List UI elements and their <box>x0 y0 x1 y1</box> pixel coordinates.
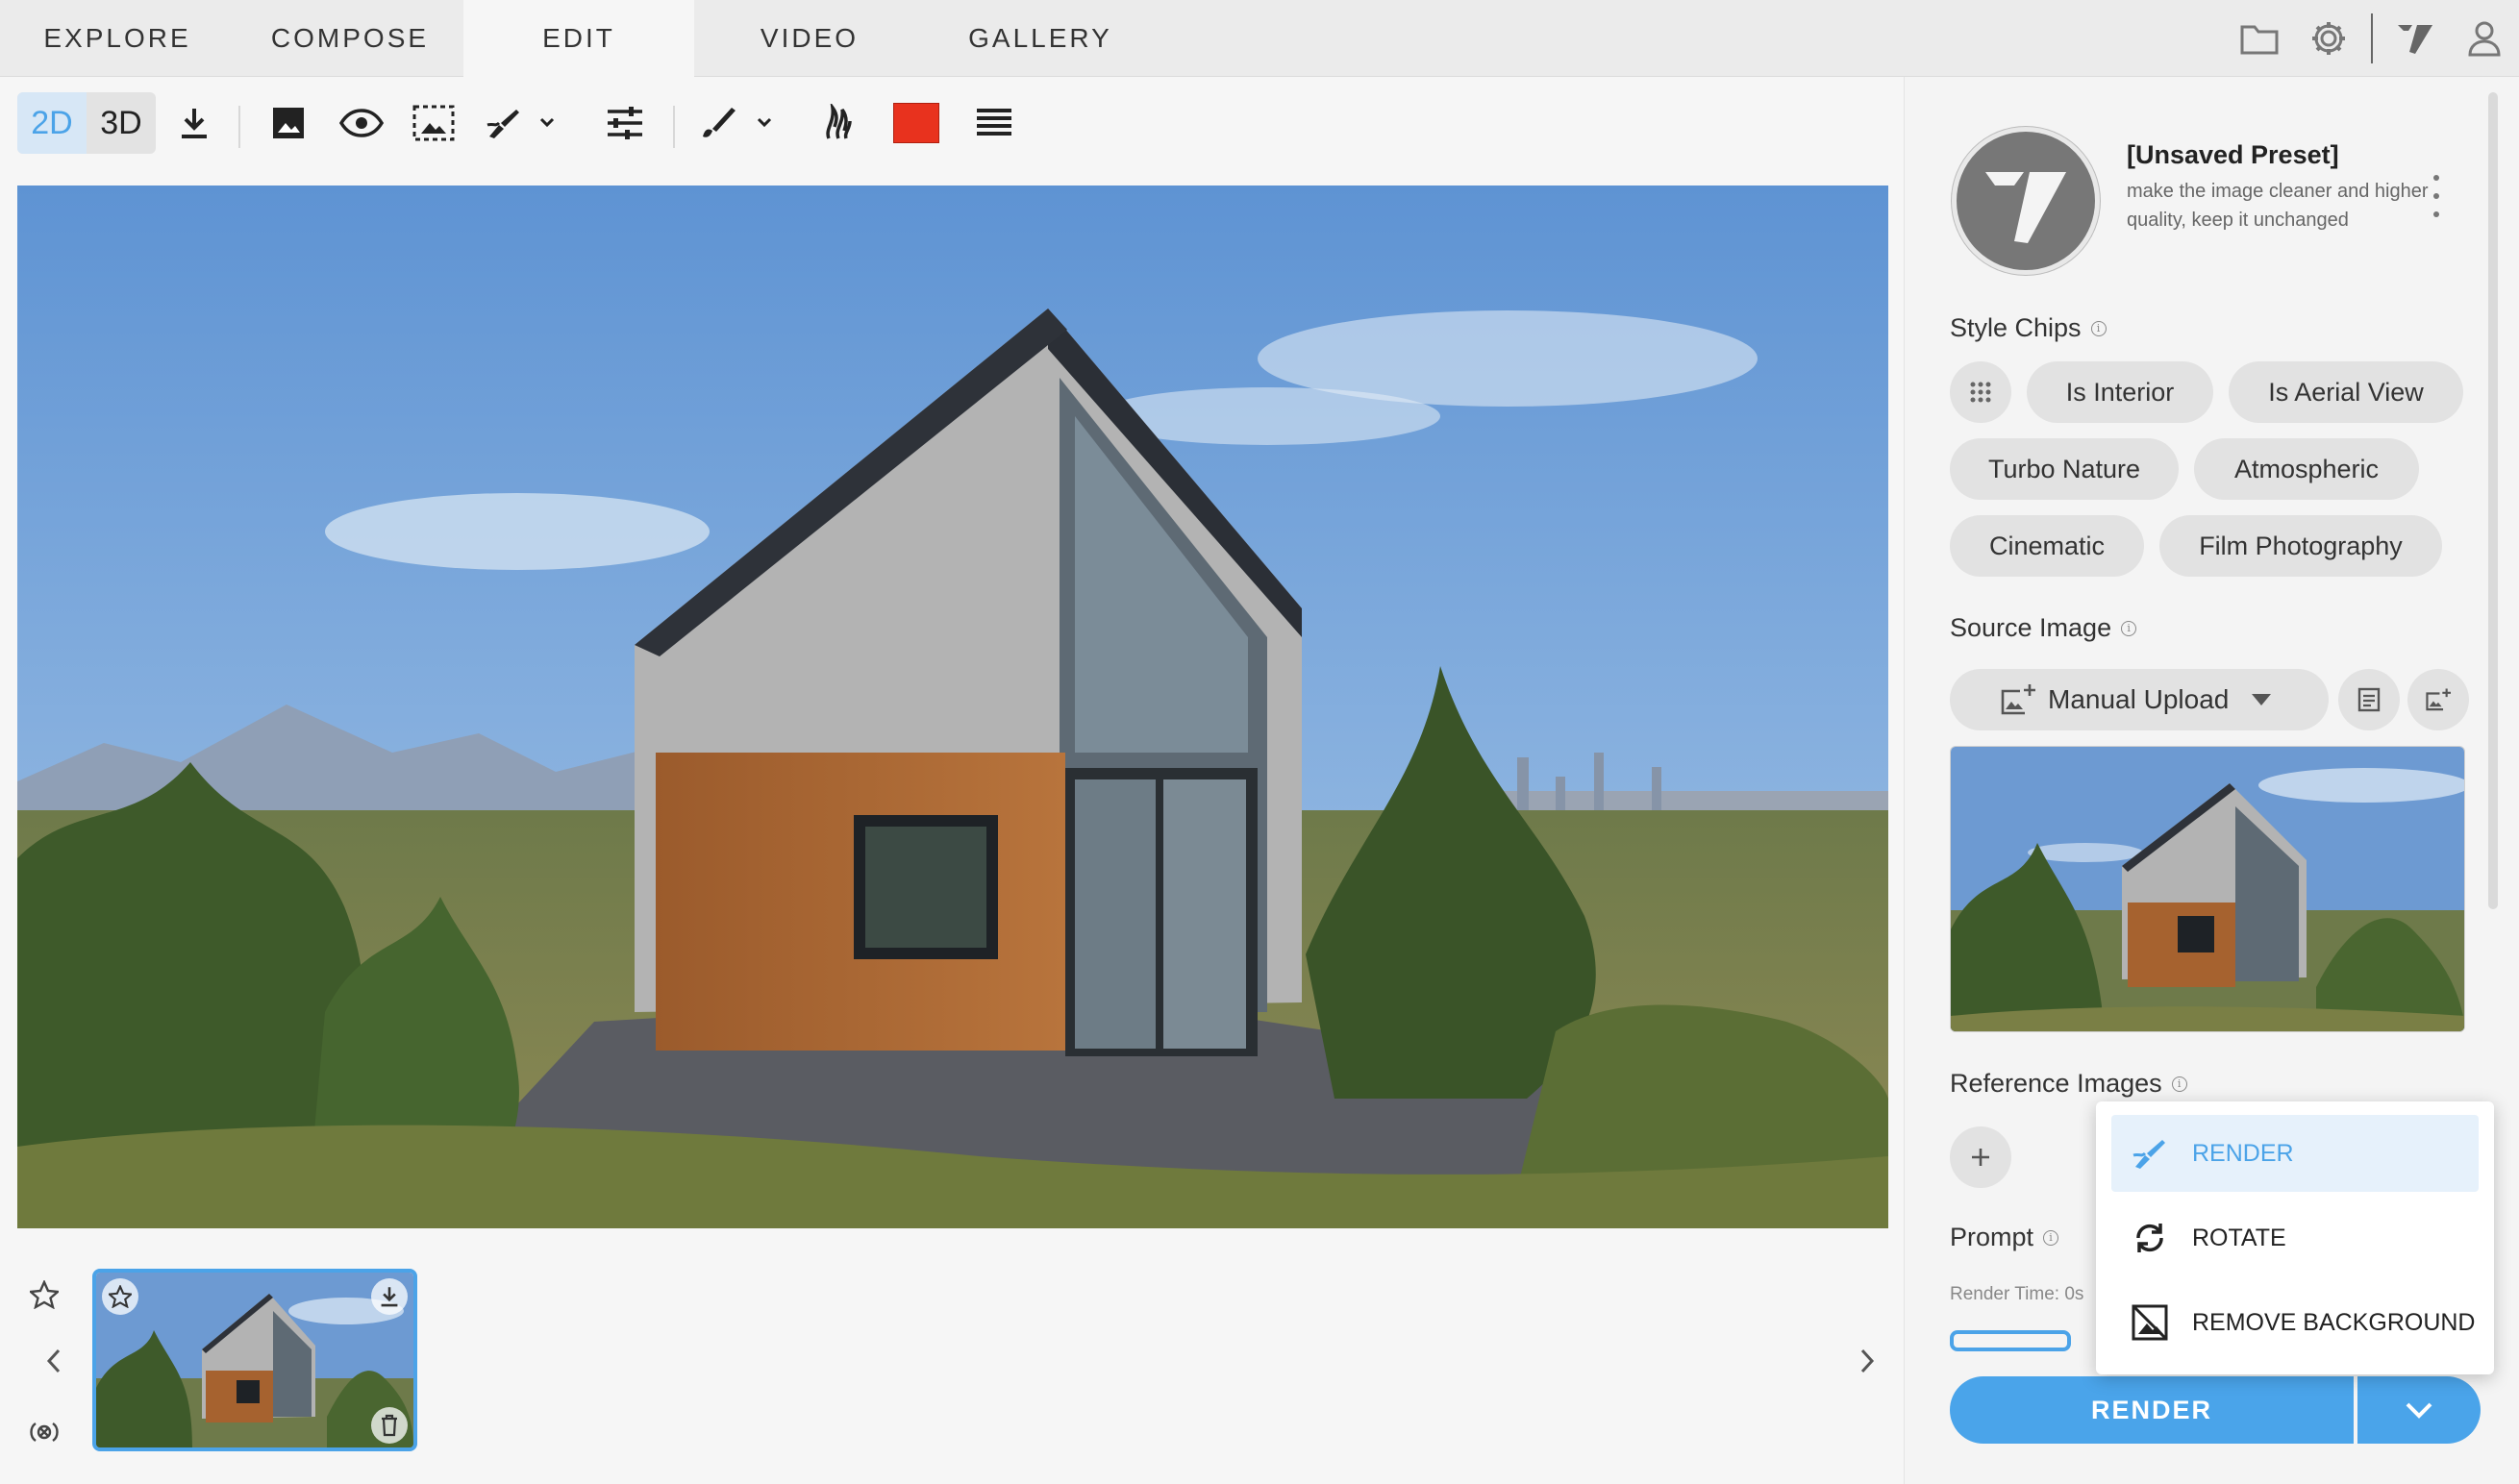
brush-mask-icon <box>2127 1130 2173 1176</box>
source-image-value: Manual Upload <box>2048 684 2230 714</box>
image-icon[interactable] <box>267 96 310 150</box>
render-time: Render Time: 0s <box>1950 1284 2084 1304</box>
image-upload-icon <box>2000 682 2036 717</box>
top-nav: EXPLORE COMPOSE EDIT VIDEO GALLERY <box>0 0 2519 77</box>
render-button[interactable]: RENDER <box>1950 1376 2354 1444</box>
sliders-icon[interactable] <box>602 96 648 150</box>
tab-compose[interactable]: COMPOSE <box>235 0 465 77</box>
paint-brush-dropdown[interactable] <box>698 96 779 150</box>
prompt-label: Prompt i <box>1950 1223 2059 1252</box>
render-progress-bar <box>1950 1330 2071 1351</box>
chip-turbo-nature[interactable]: Turbo Nature <box>1950 438 2179 500</box>
download-icon[interactable] <box>371 1278 408 1315</box>
render-options-button[interactable] <box>2357 1376 2481 1444</box>
render-mode-menu: RENDER ROTATE REMOVE BACKGROUND <box>2096 1101 2494 1374</box>
tab-video[interactable]: VIDEO <box>694 0 925 77</box>
grid-icon[interactable] <box>1950 361 2011 423</box>
tab-gallery[interactable]: GALLERY <box>925 0 1156 77</box>
chevron-right-icon[interactable] <box>1848 1342 1886 1380</box>
2d-button[interactable]: 2D <box>17 92 87 154</box>
3d-button[interactable]: 3D <box>87 92 156 154</box>
info-icon[interactable]: i <box>2171 1076 2187 1092</box>
chip-is-interior[interactable]: Is Interior <box>2027 361 2213 423</box>
menu-item-label: REMOVE BACKGROUND <box>2192 1308 2476 1336</box>
info-icon[interactable]: i <box>2121 620 2137 636</box>
add-image-icon[interactable] <box>2407 669 2469 730</box>
download-icon[interactable] <box>173 96 215 150</box>
menu-lines-icon[interactable] <box>973 96 1015 150</box>
tab-edit[interactable]: EDIT <box>463 0 694 77</box>
preset-description: make the image cleaner and higher qualit… <box>2127 181 2429 231</box>
info-icon[interactable]: i <box>2043 1229 2059 1246</box>
document-icon[interactable] <box>2338 669 2400 730</box>
select-region-icon[interactable] <box>412 96 456 150</box>
remove-background-icon <box>2127 1299 2173 1346</box>
flame-icon[interactable] <box>817 96 860 150</box>
eye-icon[interactable] <box>338 96 385 150</box>
more-options-icon[interactable] <box>2427 175 2446 217</box>
brand-logo-icon[interactable] <box>2392 15 2438 62</box>
history-thumbnail[interactable] <box>92 1269 417 1451</box>
toolbar-divider <box>673 106 675 148</box>
preset-avatar[interactable] <box>1952 127 2100 275</box>
dimension-toggle: 2D 3D <box>17 92 156 154</box>
menu-item-remove-background[interactable]: REMOVE BACKGROUND <box>2111 1284 2479 1361</box>
menu-item-label: RENDER <box>2192 1139 2294 1167</box>
chip-atmospheric[interactable]: Atmospheric <box>2194 438 2419 500</box>
main-canvas-image[interactable] <box>17 186 1888 1228</box>
user-icon[interactable] <box>2461 15 2507 62</box>
chip-is-aerial-view[interactable]: Is Aerial View <box>2229 361 2463 423</box>
rotate-icon <box>2127 1215 2173 1261</box>
source-image-select[interactable]: Manual Upload <box>1950 669 2329 730</box>
no-eye-icon[interactable] <box>25 1413 63 1451</box>
source-image-preview[interactable] <box>1950 746 2465 1032</box>
preset-title: [Unsaved Preset] <box>2127 140 2339 169</box>
info-icon[interactable]: i <box>2090 320 2107 336</box>
source-image-label: Source Image i <box>1950 613 2137 643</box>
color-swatch[interactable] <box>892 96 940 150</box>
style-chips-label: Style Chips i <box>1950 313 2107 343</box>
trash-icon[interactable] <box>371 1407 408 1444</box>
toolbar-divider <box>238 106 240 148</box>
nav-divider <box>2371 13 2373 63</box>
caret-down-icon <box>2252 694 2272 705</box>
menu-item-rotate[interactable]: ROTATE <box>2111 1200 2479 1276</box>
menu-item-label: ROTATE <box>2192 1224 2286 1251</box>
tab-explore[interactable]: EXPLORE <box>0 0 235 77</box>
add-reference-button[interactable] <box>1950 1126 2011 1188</box>
reference-images-label: Reference Images i <box>1950 1069 2187 1099</box>
chip-film-photography[interactable]: Film Photography <box>2159 515 2442 577</box>
menu-item-render[interactable]: RENDER <box>2111 1115 2479 1192</box>
star-icon[interactable] <box>25 1275 63 1314</box>
folder-icon[interactable] <box>2236 15 2282 62</box>
gear-icon[interactable] <box>2306 15 2352 62</box>
star-icon[interactable] <box>102 1278 138 1315</box>
brush-mask-dropdown[interactable] <box>483 96 560 150</box>
chip-cinematic[interactable]: Cinematic <box>1950 515 2144 577</box>
panel-scrollbar[interactable] <box>2488 92 2498 909</box>
chevron-left-icon[interactable] <box>35 1342 73 1380</box>
